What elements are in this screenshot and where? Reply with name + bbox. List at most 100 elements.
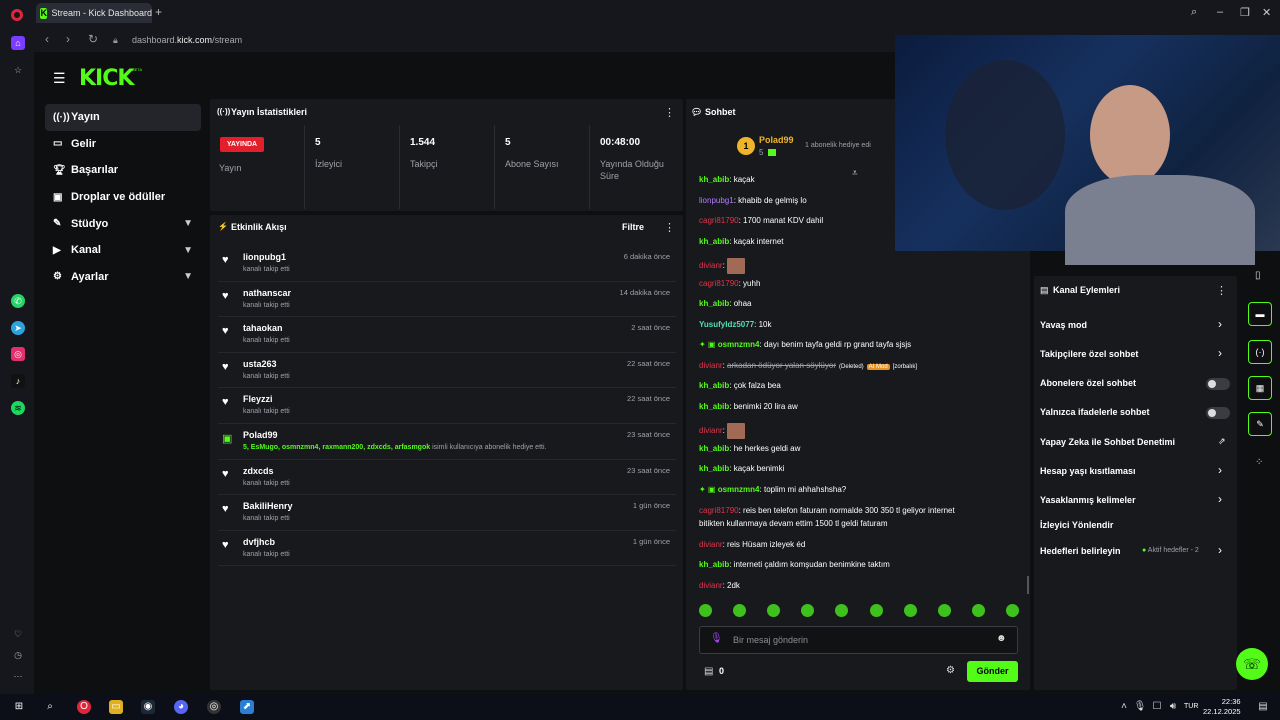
- menu-icon[interactable]: ☰: [53, 70, 66, 87]
- chevron-right-icon[interactable]: ›: [1218, 463, 1222, 477]
- minimize-icon[interactable]: –: [1217, 6, 1223, 18]
- steam-icon[interactable]: ◉: [141, 700, 155, 714]
- activity-row[interactable]: ♥ tahaokan kanalı takip etti 2 saat önce: [218, 317, 676, 353]
- activity-row[interactable]: ♥ Fleyzzi kanalı takip etti 22 saat önce: [218, 388, 676, 424]
- chat-username[interactable]: divianr: [699, 581, 723, 590]
- activity-row[interactable]: ♥ lionpubg1 kanalı takip etti 6 dakika önce: [218, 246, 676, 282]
- chat-message[interactable]: kh_abib: çok falza bea: [699, 381, 781, 390]
- heart-icon[interactable]: ♡: [11, 627, 25, 641]
- pinned-user[interactable]: Polad99: [759, 135, 794, 145]
- chat-message[interactable]: divianr: reis Hüsam izleyek éd: [699, 540, 805, 549]
- toggle-switch[interactable]: [1206, 378, 1230, 390]
- url-text[interactable]: dashboard.kick.com/stream: [132, 35, 242, 45]
- chevron-right-icon[interactable]: ›: [1218, 346, 1222, 360]
- volume-icon[interactable]: 🔊︎: [1166, 700, 1180, 714]
- channel-action-item[interactable]: İzleyici Yönlendir: [1040, 520, 1113, 530]
- nav-item-kanal[interactable]: ▶ Kanal ▼: [45, 237, 201, 264]
- home-icon[interactable]: ⌂: [11, 36, 25, 50]
- clock[interactable]: 22:36 22.12.2025: [1203, 697, 1241, 717]
- chat-username[interactable]: cagri81790: [699, 216, 739, 225]
- browser-tab[interactable]: K Stream - Kick Dashboard: [36, 3, 152, 23]
- forward-icon[interactable]: ›: [66, 32, 70, 46]
- chat-username[interactable]: osmnzmn4: [718, 485, 760, 494]
- chat-message[interactable]: cagri81790: yuhh: [699, 279, 760, 288]
- chat-message[interactable]: divianr:: [699, 258, 746, 274]
- activity-user[interactable]: nathanscar: [243, 288, 291, 298]
- nav-item-yayin[interactable]: ((·)) Yayın: [45, 104, 201, 131]
- network-icon[interactable]: ☐: [1150, 700, 1164, 714]
- search-icon[interactable]: ⌕: [1191, 6, 1197, 19]
- activity-row[interactable]: ♥ usta263 kanalı takip etti 22 saat önce: [218, 353, 676, 389]
- channel-action-item[interactable]: Yasaklanmış kelimeler: [1040, 495, 1136, 505]
- chevron-right-icon[interactable]: ›: [1218, 317, 1222, 331]
- chevron-right-icon[interactable]: ›: [1218, 543, 1222, 557]
- channel-action-item[interactable]: Abonelere özel sohbet: [1040, 378, 1136, 388]
- filter-button[interactable]: Filtre: [622, 222, 644, 232]
- broadcast-tool-icon[interactable]: (·): [1248, 340, 1272, 364]
- activity-row[interactable]: ♥ zdxcds kanalı takip etti 23 saat önce: [218, 460, 676, 496]
- activity-row[interactable]: ♥ dvfjhcb kanalı takip etti 1 gün önce: [218, 531, 676, 567]
- back-icon[interactable]: ‹: [45, 32, 49, 46]
- emote-icon[interactable]: [937, 604, 951, 617]
- channel-action-item[interactable]: Yapay Zeka ile Sohbet Denetimi: [1040, 437, 1175, 447]
- discord-icon[interactable]: ◕: [174, 700, 188, 714]
- instagram-icon[interactable]: ◎: [11, 347, 25, 361]
- chat-username[interactable]: osmnzmn4: [718, 340, 760, 349]
- history-icon[interactable]: ◷: [11, 648, 25, 662]
- activity-row[interactable]: ♥ BakiliHenry kanalı takip etti 1 gün önce: [218, 495, 676, 531]
- connections-icon[interactable]: ⁘: [1255, 457, 1263, 468]
- emote-icon[interactable]: [767, 604, 781, 617]
- chat-message[interactable]: kh_abib: he herkes geldi aw: [699, 444, 800, 453]
- emote-icon[interactable]: [733, 604, 747, 617]
- chat-username[interactable]: divianr: [699, 540, 723, 549]
- wrench-tool-icon[interactable]: ✎: [1248, 412, 1272, 436]
- chat-username[interactable]: kh_abib: [699, 175, 729, 184]
- activity-user[interactable]: Fleyzzi: [243, 394, 273, 404]
- bookmark-icon[interactable]: ☆: [11, 63, 25, 77]
- support-icon[interactable]: ☏: [1236, 648, 1268, 680]
- chat-username[interactable]: kh_abib: [699, 560, 729, 569]
- emote-icon[interactable]: [801, 604, 815, 617]
- chat-message[interactable]: lionpubg1: khabib de gelmiş lo: [699, 196, 807, 205]
- whatsapp-icon[interactable]: ✆: [11, 294, 25, 308]
- settings-icon[interactable]: ⚙: [946, 665, 955, 676]
- opera-taskbar-icon[interactable]: O: [77, 700, 91, 714]
- mic-icon[interactable]: 🎙︎: [710, 633, 723, 644]
- chat-message[interactable]: kh_abib: benimki 20 lira aw: [699, 402, 798, 411]
- kick-logo[interactable]: KICK: [79, 66, 134, 91]
- chat-message[interactable]: YusufyIdz5077: 10k: [699, 320, 772, 329]
- chat-username[interactable]: kh_abib: [699, 464, 729, 473]
- chat-username[interactable]: cagri81790: [699, 506, 739, 515]
- chat-username[interactable]: cagri81790: [699, 279, 739, 288]
- chat-username[interactable]: divianr: [699, 261, 723, 270]
- emote-icon[interactable]: [971, 604, 985, 617]
- external-link-icon[interactable]: ⇗: [1218, 436, 1226, 447]
- folder-icon[interactable]: ▭: [109, 700, 123, 714]
- kebab-icon[interactable]: ⋮: [664, 106, 675, 119]
- reload-icon[interactable]: ↻: [88, 32, 98, 46]
- activity-row[interactable]: ▣ Polad99 5, EsMugo, osmnzmn4, raxmann200,…: [218, 424, 676, 460]
- chat-tool-icon[interactable]: ▬: [1248, 302, 1272, 326]
- channel-action-item[interactable]: Yavaş mod: [1040, 320, 1087, 330]
- send-button[interactable]: Gönder: [967, 661, 1018, 682]
- activity-user[interactable]: tahaokan: [243, 323, 283, 333]
- chat-message[interactable]: cagri81790: reis ben telefon faturam nor…: [699, 506, 955, 528]
- chat-message[interactable]: kh_abib: kaçak: [699, 175, 755, 184]
- channel-action-item[interactable]: Yalnızca ifadelerle sohbet: [1040, 407, 1150, 417]
- chat-message[interactable]: divianr: 2dk: [699, 581, 740, 590]
- activity-user[interactable]: Polad99: [243, 430, 278, 440]
- chat-username[interactable]: kh_abib: [699, 381, 729, 390]
- mic-tray-icon[interactable]: 🎙︎: [1133, 700, 1147, 714]
- chevron-right-icon[interactable]: ›: [1218, 492, 1222, 506]
- activity-user[interactable]: BakiliHenry: [243, 501, 293, 511]
- channel-action-item[interactable]: Hedefleri belirleyin: [1040, 546, 1121, 556]
- chat-message[interactable]: kh_abib: ohaa: [699, 299, 751, 308]
- chat-username[interactable]: divianr: [699, 361, 723, 370]
- opera-logo-icon[interactable]: [11, 9, 23, 21]
- spotify-icon[interactable]: ≋: [11, 401, 25, 415]
- new-tab-icon[interactable]: +: [155, 6, 167, 18]
- tray-chevron-icon[interactable]: ˄: [1117, 700, 1131, 714]
- tiktok-icon[interactable]: ♪: [11, 374, 25, 388]
- emote-icon[interactable]: [869, 604, 883, 617]
- nav-item-droplar[interactable]: ▣ Droplar ve ödüller: [45, 184, 201, 211]
